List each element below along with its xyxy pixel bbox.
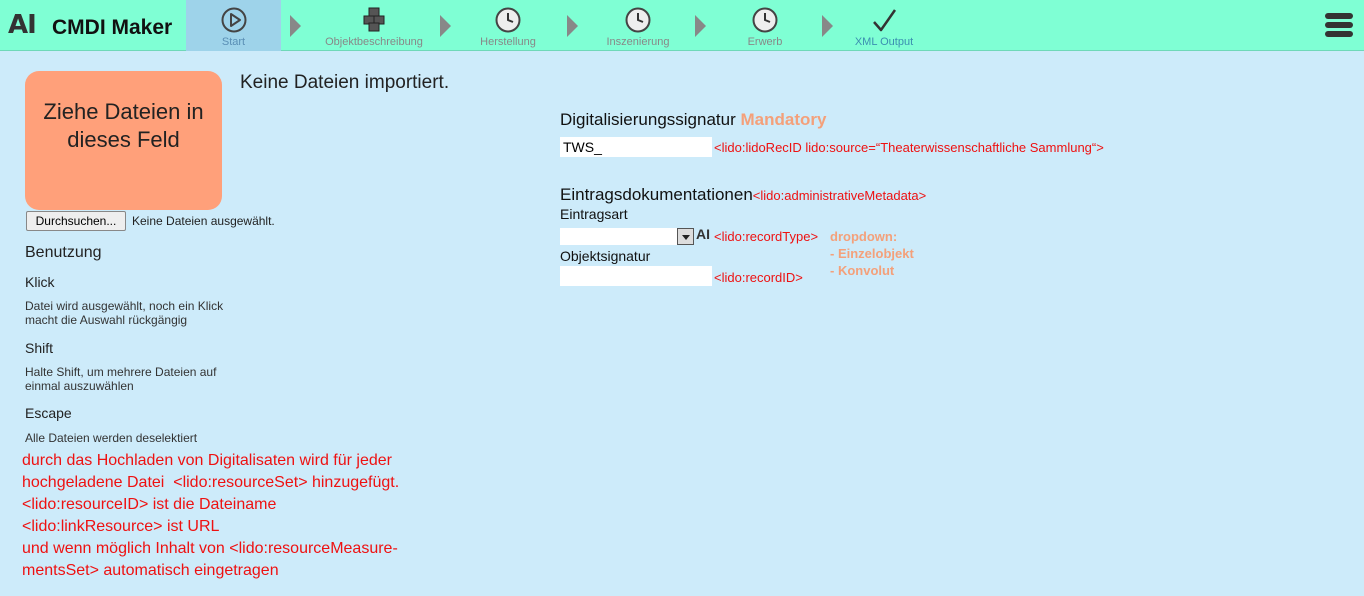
note-line: durch das Hochladen von Digitalisaten wi…	[22, 452, 392, 469]
mandatory-badge: Mandatory	[740, 110, 827, 129]
object-signature-input[interactable]	[560, 266, 712, 286]
step-arrow-icon	[822, 15, 833, 37]
usage-key-escape: Escape	[25, 405, 72, 421]
object-signature-lido-tag: <lido:recordID>	[714, 270, 803, 285]
step-label: Erwerb	[747, 36, 783, 48]
dropdown-note-line: - Einzelobjekt	[830, 246, 914, 261]
entries-section-title: Eintragsdokumentationen<lido:administrat…	[560, 185, 926, 205]
hamburger-menu-icon[interactable]	[1325, 13, 1353, 39]
usage-desc-escape: Alle Dateien werden deselektiert	[25, 431, 198, 445]
object-signature-label: Objektsignatur	[560, 248, 651, 264]
entries-title: Eintragsdokumentationen	[560, 185, 753, 204]
signature-section-title: Digitalisierungssignatur Mandatory	[560, 110, 826, 130]
step-arrow-icon	[567, 15, 578, 37]
step-start[interactable]: Start	[186, 0, 281, 51]
step-label: Inszenierung	[606, 36, 670, 48]
clock-icon	[495, 7, 521, 38]
step-erwerb[interactable]: Erwerb	[725, 0, 805, 51]
checkmark-icon	[871, 8, 897, 39]
step-arrow-icon	[695, 15, 706, 37]
dropdown-note-line: - Konvolut	[830, 263, 895, 278]
step-arrow-icon	[290, 15, 301, 37]
usage-desc-click: Datei wird ausgewählt, noch ein Klick ma…	[25, 299, 224, 327]
browse-button[interactable]: Durchsuchen...	[26, 211, 126, 231]
step-label: Start	[221, 36, 246, 48]
chevron-down-icon[interactable]	[677, 228, 694, 245]
step-label: XML Output	[854, 36, 914, 48]
step-objektbeschreibung[interactable]: Objektbeschreibung	[318, 0, 430, 51]
step-xml-output[interactable]: XML Output	[848, 0, 920, 51]
upload-note: durch das Hochladen von Digitalisaten wi…	[22, 450, 399, 582]
record-type-select[interactable]	[560, 228, 694, 245]
step-label: Objektbeschreibung	[325, 36, 423, 48]
entries-lido-tag: <lido:administrativeMetadata>	[752, 188, 927, 203]
ai-icon[interactable]: AI	[696, 226, 710, 242]
note-line: und wenn möglich Inhalt von <lido:resour…	[22, 540, 398, 557]
app-title: CMDI Maker	[52, 16, 173, 39]
no-files-message: Keine Dateien importiert.	[240, 72, 450, 93]
cubes-icon	[361, 6, 387, 37]
step-herstellung[interactable]: Herstellung	[468, 0, 548, 51]
file-dropzone[interactable]: Ziehe Dateien in dieses Feld	[25, 71, 222, 210]
play-icon	[221, 7, 247, 38]
record-type-label: Eintragsart	[560, 206, 628, 222]
clock-icon	[625, 7, 651, 38]
step-arrow-icon	[440, 15, 451, 37]
app-logo[interactable]: AI	[8, 10, 37, 40]
step-inszenierung[interactable]: Inszenierung	[598, 0, 678, 51]
note-line: mentsSet> automatisch eingetragen	[22, 562, 279, 579]
usage-desc-shift: Halte Shift, um mehrere Dateien auf einm…	[25, 365, 217, 393]
dropdown-note: dropdown: - Einzelobjekt - Konvolut	[830, 228, 914, 279]
usage-key-shift: Shift	[25, 340, 54, 356]
file-select-status: Keine Dateien ausgewählt.	[132, 214, 275, 228]
note-line: <lido:linkResource> ist URL	[22, 518, 220, 535]
record-type-lido-tag: <lido:recordType>	[714, 229, 819, 244]
dropdown-note-line: dropdown:	[830, 229, 898, 244]
clock-icon	[752, 7, 778, 38]
note-line: hochgeladene Datei <lido:resourceSet> hi…	[22, 474, 400, 491]
usage-title: Benutzung	[25, 244, 102, 261]
signature-title: Digitalisierungssignatur	[560, 110, 736, 129]
top-bar: AI CMDI Maker Start Objektbeschreibung H…	[0, 0, 1364, 51]
signature-input[interactable]	[560, 137, 712, 157]
note-line: <lido:resourceID> ist die Dateiname	[22, 496, 277, 513]
step-label: Herstellung	[480, 36, 536, 48]
usage-key-click: Klick	[25, 274, 55, 290]
signature-lido-tag: <lido:lidoRecID lido:source=“Theaterwiss…	[714, 140, 1104, 155]
